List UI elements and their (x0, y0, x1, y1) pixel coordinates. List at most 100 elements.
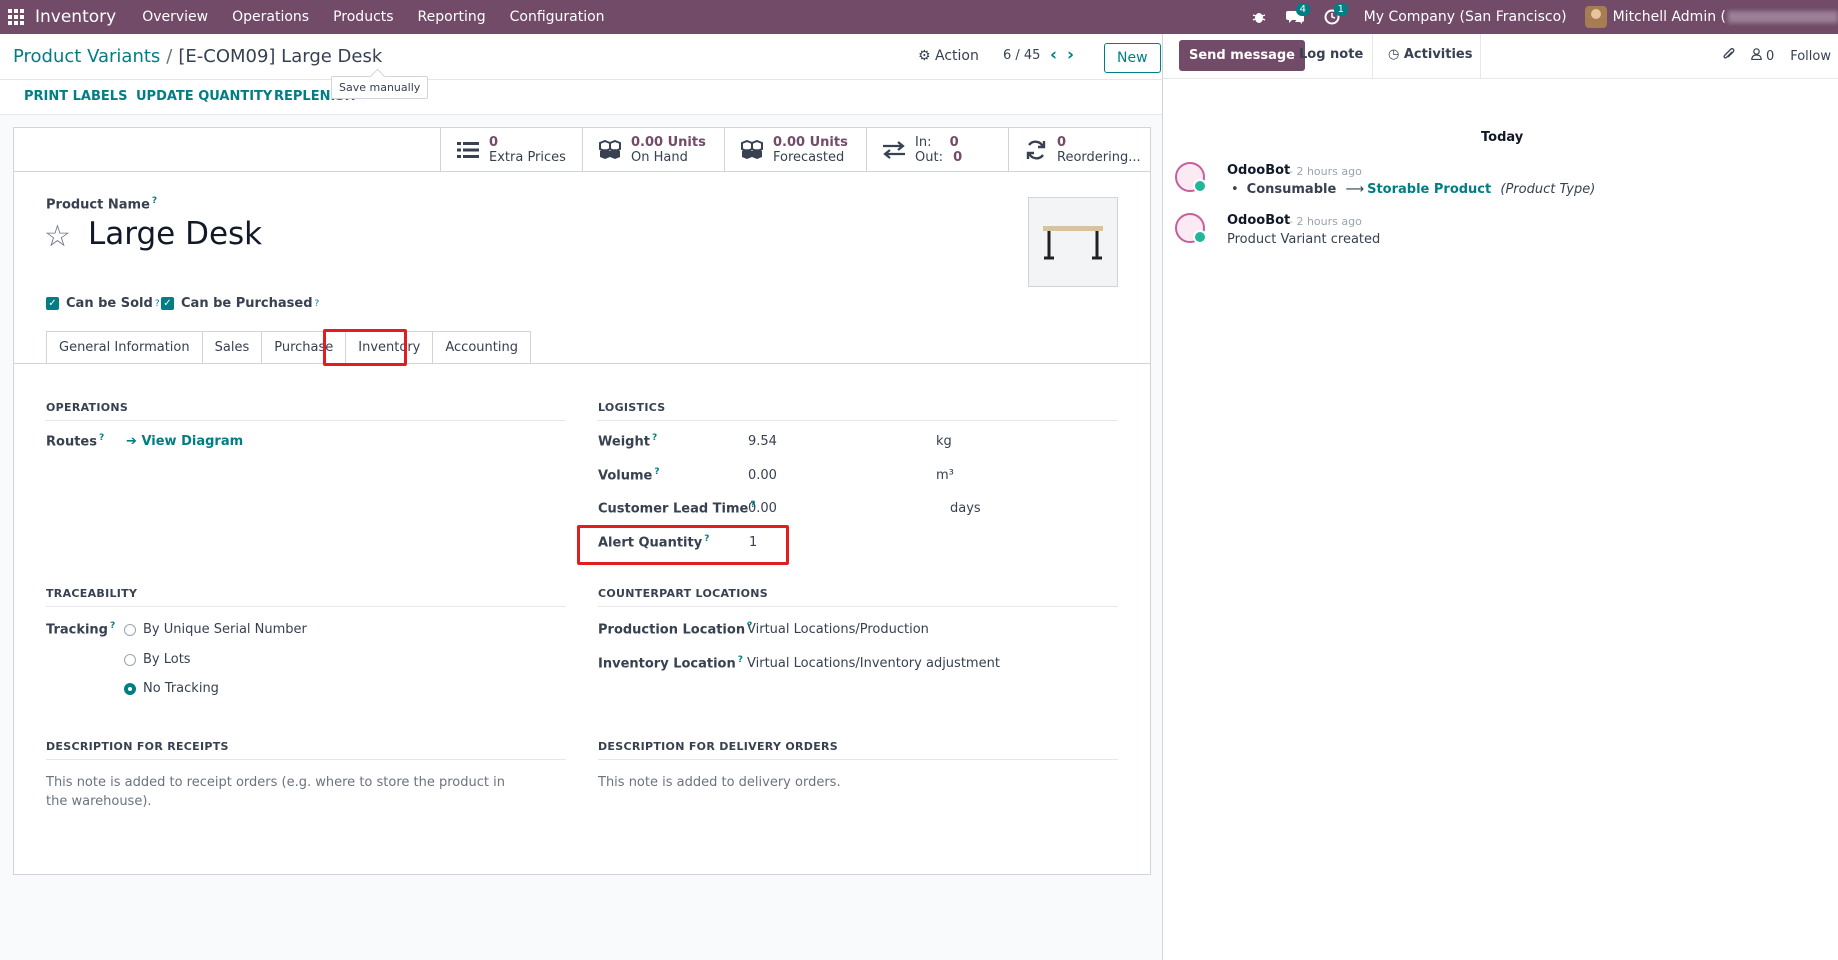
reordering-button[interactable]: 0 Reordering... (1008, 128, 1150, 172)
lead-time-unit: days (950, 501, 981, 516)
date-separator: Today (1481, 130, 1524, 145)
breadcrumb-product-variants[interactable]: Product Variants (13, 46, 160, 67)
production-location-label: Production Location? (598, 621, 753, 638)
cubes-icon (739, 138, 765, 162)
debug-bug-icon[interactable] (1252, 10, 1266, 24)
weight-field[interactable]: 9.54 (748, 434, 777, 449)
tab-general-information[interactable]: General Information (46, 331, 203, 364)
production-location-field[interactable]: Virtual Locations/Production (747, 622, 929, 637)
pager-value[interactable]: 6 / 45 (1003, 48, 1040, 63)
message-author[interactable]: OdooBot (1227, 213, 1290, 228)
follow-button[interactable]: Follow (1790, 49, 1831, 64)
traceability-section-title: TRACEABILITY (46, 587, 566, 607)
main-menu: Overview Operations Products Reporting C… (130, 9, 616, 25)
top-navbar: Inventory Overview Operations Products R… (0, 0, 1838, 34)
menu-products[interactable]: Products (321, 9, 405, 25)
person-icon (1750, 48, 1766, 64)
smart-buttons: 0 Extra Prices 0.00 Units On Hand 0.00 Uni… (14, 128, 1150, 172)
delivery-description-title: DESCRIPTION FOR DELIVERY ORDERS (598, 740, 1118, 760)
save-manually-tooltip: Save manually (331, 76, 429, 99)
tracking-none-radio[interactable]: No Tracking (124, 681, 219, 696)
tab-sales[interactable]: Sales (201, 331, 263, 364)
forecasted-button[interactable]: 0.00 Units Forecasted (724, 128, 866, 172)
chatter-toolbar: Send message Log note ◷ Activities 0 Fol… (1163, 34, 1838, 79)
message-body: Product Variant created (1227, 232, 1381, 247)
user-avatar[interactable] (1584, 6, 1607, 28)
form-sheet: 0 Extra Prices 0.00 Units On Hand 0.00 Uni… (13, 127, 1151, 875)
user-menu[interactable]: Mitchell Admin ( (1613, 9, 1838, 25)
tab-divider (14, 363, 1150, 364)
breadcrumb-current: [E-COM09] Large Desk (178, 46, 383, 67)
counterpart-section-title: COUNTERPART LOCATIONS (598, 587, 1118, 607)
pager-previous-icon[interactable]: ‹ (1050, 45, 1057, 65)
in-out-button[interactable]: In: 0 Out: 0 (866, 128, 1008, 172)
clock-icon: ◷ (1388, 47, 1400, 62)
menu-reporting[interactable]: Reporting (406, 9, 498, 25)
inventory-location-field[interactable]: Virtual Locations/Inventory adjustment (747, 656, 1000, 671)
refresh-icon (1023, 138, 1049, 162)
messages-badge: 4 (1295, 3, 1310, 16)
tracking-lots-radio[interactable]: By Lots (124, 652, 191, 667)
product-name-label: Product Name? (46, 196, 158, 213)
volume-field[interactable]: 0.00 (748, 468, 777, 483)
favorite-star-icon[interactable]: ☆ (44, 219, 71, 254)
menu-configuration[interactable]: Configuration (498, 9, 617, 25)
receipts-description-field[interactable]: This note is added to receipt orders (e.… (46, 773, 506, 811)
company-switcher[interactable]: My Company (San Francisco) (1364, 9, 1567, 25)
attachment-paperclip-icon[interactable] (1723, 47, 1735, 65)
view-diagram-link[interactable]: ➔ View Diagram (126, 434, 243, 449)
transfer-icon (881, 138, 907, 162)
routes-label: Routes? (46, 433, 105, 450)
tracking-change: • Consumable ⟶ Storable Product (Product T… (1231, 182, 1596, 197)
control-panel: Product Variants / [E-COM09] Large Desk ⚙ … (0, 34, 1168, 80)
activities-clock-icon[interactable]: 1 (1324, 3, 1348, 25)
send-message-button[interactable]: Send message (1179, 40, 1305, 71)
weight-unit: kg (936, 434, 952, 449)
customer-lead-time-field[interactable]: 0.00 (748, 501, 777, 516)
followers-button[interactable]: 0 (1750, 48, 1774, 64)
menu-operations[interactable]: Operations (220, 9, 321, 25)
app-name[interactable]: Inventory (35, 7, 116, 27)
list-icon (455, 138, 481, 162)
product-image[interactable] (1028, 197, 1118, 287)
volume-unit: m³ (936, 468, 954, 483)
weight-label: Weight? (598, 433, 658, 450)
message-author[interactable]: OdooBot (1227, 163, 1290, 178)
tracking-serial-radio[interactable]: By Unique Serial Number (124, 622, 307, 637)
update-quantity-button[interactable]: UPDATE QUANTITY (136, 89, 272, 104)
message-time: - 2 hours ago (1289, 165, 1362, 178)
message-time: - 2 hours ago (1289, 215, 1362, 228)
arrow-right-icon: ⟶ (1345, 182, 1365, 197)
extra-prices-button[interactable]: 0 Extra Prices (440, 128, 582, 172)
form-statusbar: PRINT LABELS UPDATE QUANTITY REPLENISH (0, 80, 1168, 115)
help-tooltip-icon[interactable]: ? (152, 196, 157, 206)
volume-label: Volume? (598, 467, 660, 484)
log-note-button[interactable]: Log note (1299, 47, 1363, 62)
apps-menu-icon[interactable] (0, 0, 32, 34)
on-hand-button[interactable]: 0.00 Units On Hand (582, 128, 724, 172)
customer-lead-time-label: Customer Lead Time? (598, 500, 756, 517)
notebook-tabs: General Information Sales Purchase Inven… (46, 331, 531, 364)
check-icon: ✓ (161, 297, 174, 310)
odoobot-avatar (1175, 162, 1207, 193)
messages-icon[interactable]: 4 (1285, 3, 1310, 25)
breadcrumb: Product Variants / [E-COM09] Large Desk (13, 46, 383, 67)
can-be-sold-checkbox[interactable]: ✓ Can be Sold? (46, 296, 160, 311)
print-labels-button[interactable]: PRINT LABELS (24, 89, 127, 104)
activities-button[interactable]: ◷ Activities (1388, 47, 1472, 62)
alert-quantity-highlight (577, 525, 789, 565)
new-button[interactable]: New (1104, 43, 1161, 73)
menu-overview[interactable]: Overview (130, 9, 220, 25)
gear-icon: ⚙ (918, 48, 931, 64)
product-name-field[interactable]: Large Desk (88, 216, 262, 252)
inventory-tab-highlight (323, 329, 407, 366)
receipts-description-title: DESCRIPTION FOR RECEIPTS (46, 740, 566, 760)
delivery-description-field[interactable]: This note is added to delivery orders. (598, 773, 1098, 792)
action-button[interactable]: ⚙ Action (918, 48, 979, 64)
tab-accounting[interactable]: Accounting (432, 331, 531, 364)
tracking-label: Tracking? (46, 621, 116, 638)
check-icon: ✓ (46, 297, 59, 310)
pager-next-icon[interactable]: › (1067, 45, 1074, 65)
arrow-right-icon: ➔ (126, 434, 137, 449)
can-be-purchased-checkbox[interactable]: ✓ Can be Purchased? (161, 296, 319, 311)
